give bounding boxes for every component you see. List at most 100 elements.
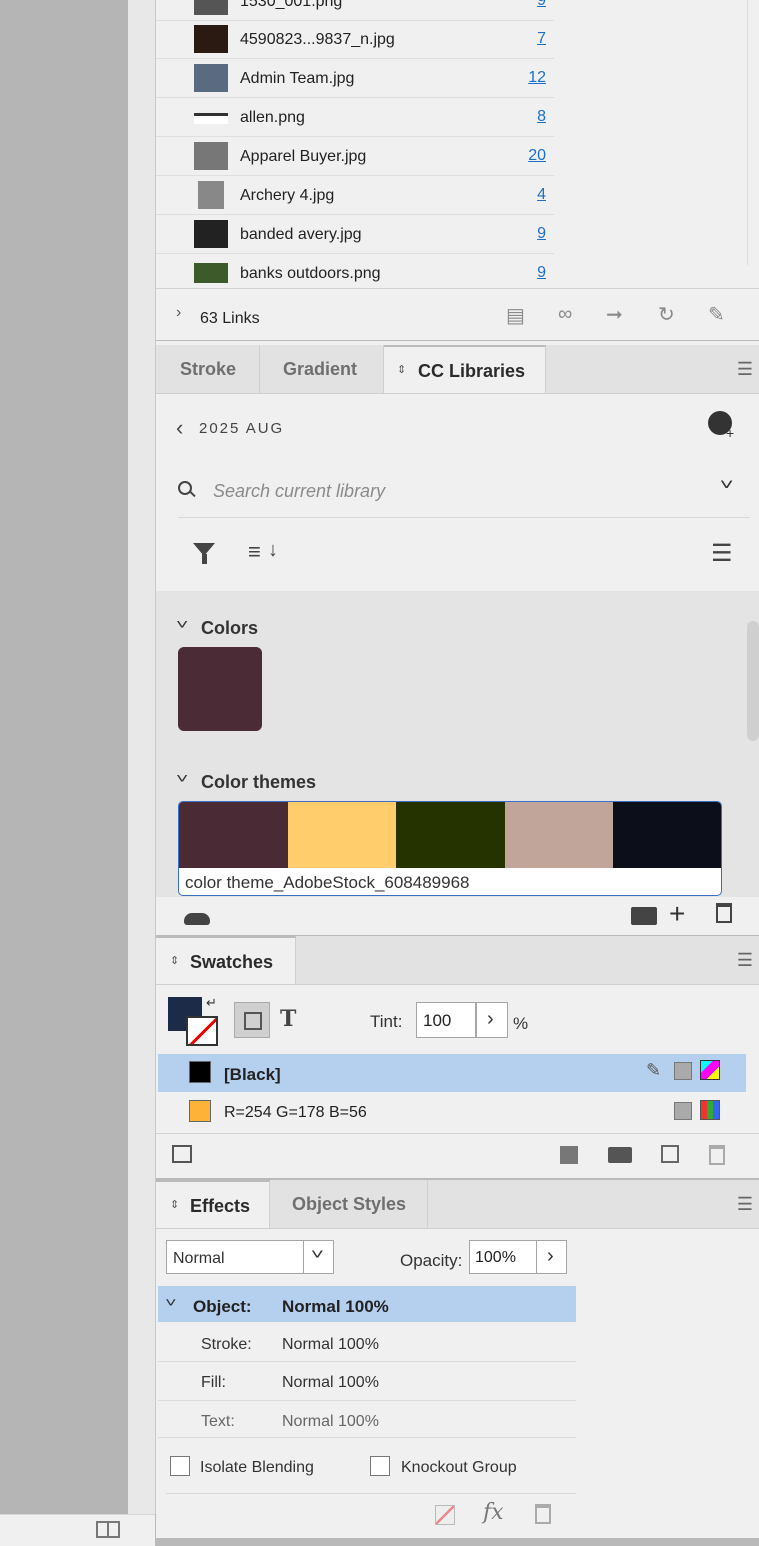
chain-link-icon[interactable]: ∞ [558,303,572,326]
tint-label: Tint: [370,1012,403,1031]
tint-percent: % [513,1014,529,1033]
formatting-text-button[interactable]: T [280,1006,296,1032]
sort-arrow-icon: ↓ [268,539,278,561]
link-row[interactable]: Apparel Buyer.jpg 20 [156,137,554,176]
library-name[interactable]: 2025 AUG [199,420,284,437]
status-bar [0,1514,155,1546]
link-name: Archery 4.jpg [240,187,335,204]
link-name: banks outdoors.png [240,265,381,282]
swatch-views-icon[interactable] [560,1146,578,1164]
swatches-tab-bar: Swatches ⇕ ☰ [156,936,759,985]
link-page-number[interactable]: 12 [528,69,546,87]
search-icon-handle [189,490,196,498]
isolate-blending-checkbox[interactable] [170,1456,190,1476]
links-scrollbar[interactable] [747,0,759,265]
link-row[interactable]: banded avery.jpg 9 [156,215,554,254]
split-view-icon[interactable] [96,1521,120,1538]
tint-input[interactable]: 100 [416,1002,476,1038]
show-kinds-icon[interactable] [172,1145,192,1163]
folder-icon[interactable] [608,1147,632,1163]
panel-menu-icon[interactable]: ☰ [737,359,753,380]
tint-arrow-button[interactable]: › [476,1002,508,1038]
cloud-icon[interactable] [184,913,210,925]
library-scrollbar[interactable] [745,591,759,897]
new-swatch-icon[interactable] [661,1145,679,1163]
trash-icon[interactable] [716,903,732,923]
link-page-number[interactable]: 9 [537,264,546,282]
back-chevron-icon[interactable]: ‹ [176,415,183,441]
swatches-scrollbar[interactable] [746,1054,759,1132]
effects-stroke-row[interactable]: Stroke: Normal 100% [158,1323,576,1362]
sort-icon[interactable]: ≡ [248,539,261,565]
tab-order-icon: ⇕ [170,1199,180,1211]
blend-mode-select[interactable]: Normal ˅ [166,1240,334,1274]
no-edit-icon: ✎ [646,1060,662,1080]
document-canvas [0,0,128,1545]
tab-gradient[interactable]: Gradient [260,345,384,393]
folder-icon[interactable] [631,907,657,925]
library-color-swatch[interactable] [178,647,262,731]
swatches-footer [156,1133,759,1179]
link-row[interactable]: 4590823...9837_n.jpg 7 [156,20,554,59]
tab-cc-libraries[interactable]: CC Libraries [384,345,546,393]
link-page-number[interactable]: 20 [528,147,546,165]
link-row[interactable]: 1530_001.png 9 [156,0,554,21]
fx-icon[interactable]: fx [483,1500,504,1525]
effects-fill-row[interactable]: Fill: Normal 100% [158,1362,576,1401]
tab-stroke[interactable]: Stroke [156,345,260,393]
collapse-themes-icon[interactable]: ˅ [176,770,188,786]
swatch-name: R=254 G=178 B=56 [224,1104,367,1121]
expand-chevron-icon[interactable]: › [176,304,181,322]
link-row[interactable]: banks outdoors.png 9 [156,254,554,288]
collapse-object-icon[interactable]: ˅ [165,1295,176,1310]
tab-order-icon: ⇕ [170,955,180,967]
relink-cc-icon[interactable]: ▤ [506,303,525,328]
swatch-row-orange[interactable]: R=254 G=178 B=56 [158,1093,746,1131]
tab-cc-libraries-label: CC Libraries [418,361,526,381]
color-theme-name: color theme_AdobeStock_608489968 [185,873,470,892]
link-row[interactable]: allen.png 8 [156,98,554,137]
link-thumbnail [194,220,228,248]
panel-menu-icon[interactable]: ☰ [737,950,753,971]
go-to-link-icon[interactable]: ➞ [606,302,623,327]
link-page-number[interactable]: 4 [537,186,546,204]
library-scroll-thumb[interactable] [747,621,759,741]
formatting-container-button[interactable] [234,1002,270,1038]
collapse-colors-icon[interactable]: ˅ [176,616,188,632]
trash-icon[interactable] [535,1504,551,1524]
color-themes-heading: Color themes [201,772,317,792]
link-page-number[interactable]: 7 [537,30,546,48]
opacity-arrow-button[interactable]: › [536,1240,567,1274]
link-row[interactable]: Archery 4.jpg 4 [156,176,554,215]
edit-original-icon[interactable]: ✎ [708,302,725,327]
link-page-number[interactable]: 9 [537,225,546,243]
knockout-group-checkbox[interactable] [370,1456,390,1476]
add-icon[interactable]: + [669,898,685,930]
effects-tab-bar: Effects ⇕ Object Styles ☰ [156,1180,759,1229]
effects-text-row[interactable]: Text: Normal 100% [158,1401,576,1438]
search-input[interactable]: Search current library [213,481,385,502]
panel-menu-icon[interactable]: ☰ [737,1194,753,1215]
links-count: 63 Links [200,310,260,327]
link-page-number[interactable]: 9 [537,0,546,10]
link-row[interactable]: Admin Team.jpg 12 [156,59,554,98]
opacity-input[interactable]: 100% [469,1240,537,1274]
stroke-none-box[interactable] [186,1016,218,1046]
update-link-icon[interactable]: ↻ [658,302,675,327]
tab-object-styles[interactable]: Object Styles [270,1180,428,1228]
swatch-row-black[interactable]: [Black] ✎ [158,1054,746,1092]
color-theme-card[interactable]: color theme_AdobeStock_608489968 [178,801,722,896]
theme-color-1 [179,802,288,868]
opacity-value: 100% [475,1249,516,1266]
swap-colors-icon[interactable]: ↵ [206,995,217,1011]
list-view-icon[interactable]: ☰ [711,539,733,568]
clear-effects-icon[interactable] [435,1505,455,1525]
link-page-number[interactable]: 8 [537,108,546,126]
plus-badge-icon: + [726,425,735,441]
effects-row-label: Fill: [201,1374,226,1391]
trash-icon[interactable] [709,1145,725,1165]
effects-object-row[interactable]: ˅ Object: Normal 100% [158,1286,576,1322]
cmyk-icon [700,1060,720,1080]
link-thumbnail [194,263,228,283]
chevron-down-icon[interactable]: ˅ [720,477,734,495]
